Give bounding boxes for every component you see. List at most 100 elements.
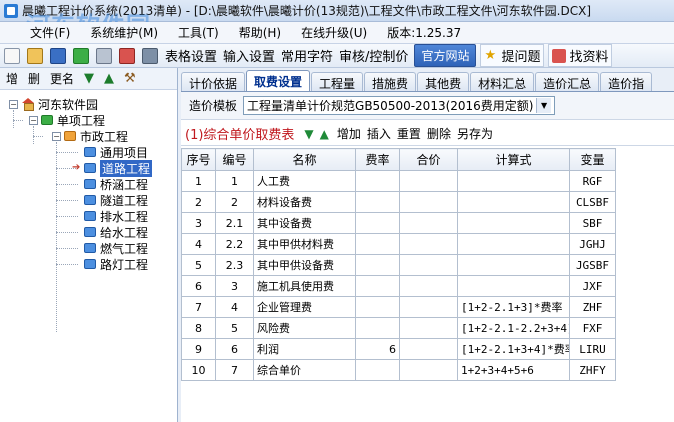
cell-total[interactable]	[399, 254, 458, 276]
cell-rate[interactable]	[355, 191, 400, 213]
table-row[interactable]: 1 1 人工费 RGF	[181, 170, 616, 192]
cell-total[interactable]	[399, 233, 458, 255]
audit-control-button[interactable]: 审核/控制价	[339, 46, 408, 65]
save-as-button[interactable]: 另存为	[457, 125, 493, 142]
table-row[interactable]: 10 7 综合单价 1+2+3+4+5+6 ZHFY	[181, 359, 616, 381]
tree-item-tunnel[interactable]: 隧道工程	[84, 192, 148, 208]
cell-total[interactable]	[399, 275, 458, 297]
settings-icon[interactable]	[142, 47, 158, 64]
new-file-icon[interactable]	[4, 47, 20, 64]
tab-material-summary[interactable]: 材料汇总	[470, 72, 535, 91]
cell-code[interactable]: 2.1	[215, 212, 254, 234]
cell-formula[interactable]: [1+2-2.1-2.2+3+4]*	[457, 317, 570, 339]
cell-total[interactable]	[399, 338, 458, 360]
cell-name[interactable]: 人工费	[253, 170, 356, 192]
menu-system-maintenance[interactable]: 系统维护(M)	[90, 24, 158, 41]
cell-variable[interactable]: CLSBF	[569, 191, 616, 213]
cell-total[interactable]	[399, 296, 458, 318]
table-row[interactable]: 8 5 风险费 [1+2-2.1-2.2+3+4]* FXF	[181, 317, 616, 339]
collapse-icon[interactable]: −	[9, 99, 18, 109]
tab-quantities[interactable]: 工程量	[311, 72, 364, 91]
cell-formula[interactable]	[457, 275, 570, 297]
cell-name[interactable]: 材料设备费	[253, 191, 356, 213]
calculator-icon[interactable]	[73, 47, 89, 64]
hammer-icon[interactable]: ⚒	[124, 71, 136, 86]
tab-pricing-basis[interactable]: 计价依据	[181, 72, 246, 91]
cell-code[interactable]: 2	[215, 191, 254, 213]
column-header[interactable]: 编号	[215, 148, 254, 171]
cell-formula[interactable]: 1+2+3+4+5+6	[457, 359, 570, 381]
menu-tools[interactable]: 工具(T)	[178, 24, 219, 41]
add-node-button[interactable]: 增	[6, 70, 18, 87]
table-row[interactable]: 4 2.2 其中甲供材料费 JGHJ	[181, 233, 616, 255]
tab-other-fees[interactable]: 其他费	[417, 72, 470, 91]
tree-node-project[interactable]: − 单项工程	[29, 112, 105, 128]
tab-fee-settings[interactable]: 取费设置	[246, 70, 311, 91]
cell-formula[interactable]	[457, 254, 570, 276]
tab-cost-summary[interactable]: 造价汇总	[535, 72, 600, 91]
column-header[interactable]: 名称	[253, 148, 356, 171]
cell-seq[interactable]: 3	[181, 212, 216, 234]
cell-rate[interactable]	[355, 317, 400, 339]
table-row[interactable]: 9 6 利润 6 [1+2-2.1+3+4]*费率 LIRU	[181, 338, 616, 360]
cell-seq[interactable]: 10	[181, 359, 216, 381]
cell-total[interactable]	[399, 317, 458, 339]
cell-code[interactable]: 2.3	[215, 254, 254, 276]
table-row[interactable]: 2 2 材料设备费 CLSBF	[181, 191, 616, 213]
cell-rate[interactable]: 6	[355, 338, 400, 360]
column-header[interactable]: 费率	[355, 148, 400, 171]
cell-formula[interactable]: [1+2-2.1+3+4]*费率	[457, 338, 570, 360]
tab-measures[interactable]: 措施费	[364, 72, 417, 91]
find-material-button[interactable]: 找资料	[548, 44, 613, 67]
menu-online-upgrade[interactable]: 在线升级(U)	[301, 24, 367, 41]
table-row[interactable]: 6 3 施工机具使用费 JXF	[181, 275, 616, 297]
cell-formula[interactable]	[457, 191, 570, 213]
tree-item-road[interactable]: 道路工程	[84, 159, 153, 177]
cell-seq[interactable]: 7	[181, 296, 216, 318]
move-up-icon[interactable]: ▲	[320, 127, 329, 141]
print-icon[interactable]	[96, 47, 112, 64]
cell-rate[interactable]	[355, 212, 400, 234]
cell-total[interactable]	[399, 170, 458, 192]
tree-node-root[interactable]: − 河东软件园	[9, 96, 98, 112]
cell-variable[interactable]: LIRU	[569, 338, 616, 360]
menu-file[interactable]: 文件(F)	[30, 24, 70, 41]
cell-rate[interactable]	[355, 254, 400, 276]
cell-formula[interactable]: [1+2-2.1+3]*费率	[457, 296, 570, 318]
cell-total[interactable]	[399, 359, 458, 381]
cell-seq[interactable]: 9	[181, 338, 216, 360]
cell-name[interactable]: 企业管理费	[253, 296, 356, 318]
cell-rate[interactable]	[355, 275, 400, 297]
cell-variable[interactable]: ZHF	[569, 296, 616, 318]
column-header[interactable]: 合价	[399, 148, 458, 171]
column-header[interactable]: 序号	[181, 148, 216, 171]
insert-row-button[interactable]: 插入	[367, 125, 391, 142]
template-select[interactable]: 工程量清单计价规范GB50500-2013(2016费用定额) ▼	[243, 96, 556, 115]
tree-node-category[interactable]: − 市政工程	[52, 128, 128, 144]
collapse-icon[interactable]: −	[29, 115, 38, 125]
cell-name[interactable]: 综合单价	[253, 359, 356, 381]
column-header[interactable]: 变量	[569, 148, 616, 171]
menu-help[interactable]: 帮助(H)	[239, 24, 281, 41]
add-row-button[interactable]: 增加	[337, 125, 361, 142]
cell-rate[interactable]	[355, 170, 400, 192]
cell-rate[interactable]	[355, 359, 400, 381]
column-header[interactable]: 计算式	[457, 148, 570, 171]
cell-seq[interactable]: 6	[181, 275, 216, 297]
rename-node-button[interactable]: 更名	[50, 70, 74, 87]
cell-formula[interactable]	[457, 170, 570, 192]
move-down-icon[interactable]: ▼	[304, 127, 313, 141]
cell-rate[interactable]	[355, 296, 400, 318]
cell-rate[interactable]	[355, 233, 400, 255]
report-icon[interactable]	[119, 47, 135, 64]
save-icon[interactable]	[50, 47, 66, 64]
tree-item-drainage[interactable]: 排水工程	[84, 208, 148, 224]
tree-item-water-supply[interactable]: 给水工程	[84, 224, 148, 240]
cell-seq[interactable]: 1	[181, 170, 216, 192]
reset-button[interactable]: 重置	[397, 125, 421, 142]
cell-variable[interactable]: FXF	[569, 317, 616, 339]
cell-formula[interactable]	[457, 233, 570, 255]
tab-cost-index[interactable]: 造价指	[600, 72, 653, 91]
collapse-icon[interactable]: −	[52, 131, 61, 141]
cell-seq[interactable]: 8	[181, 317, 216, 339]
